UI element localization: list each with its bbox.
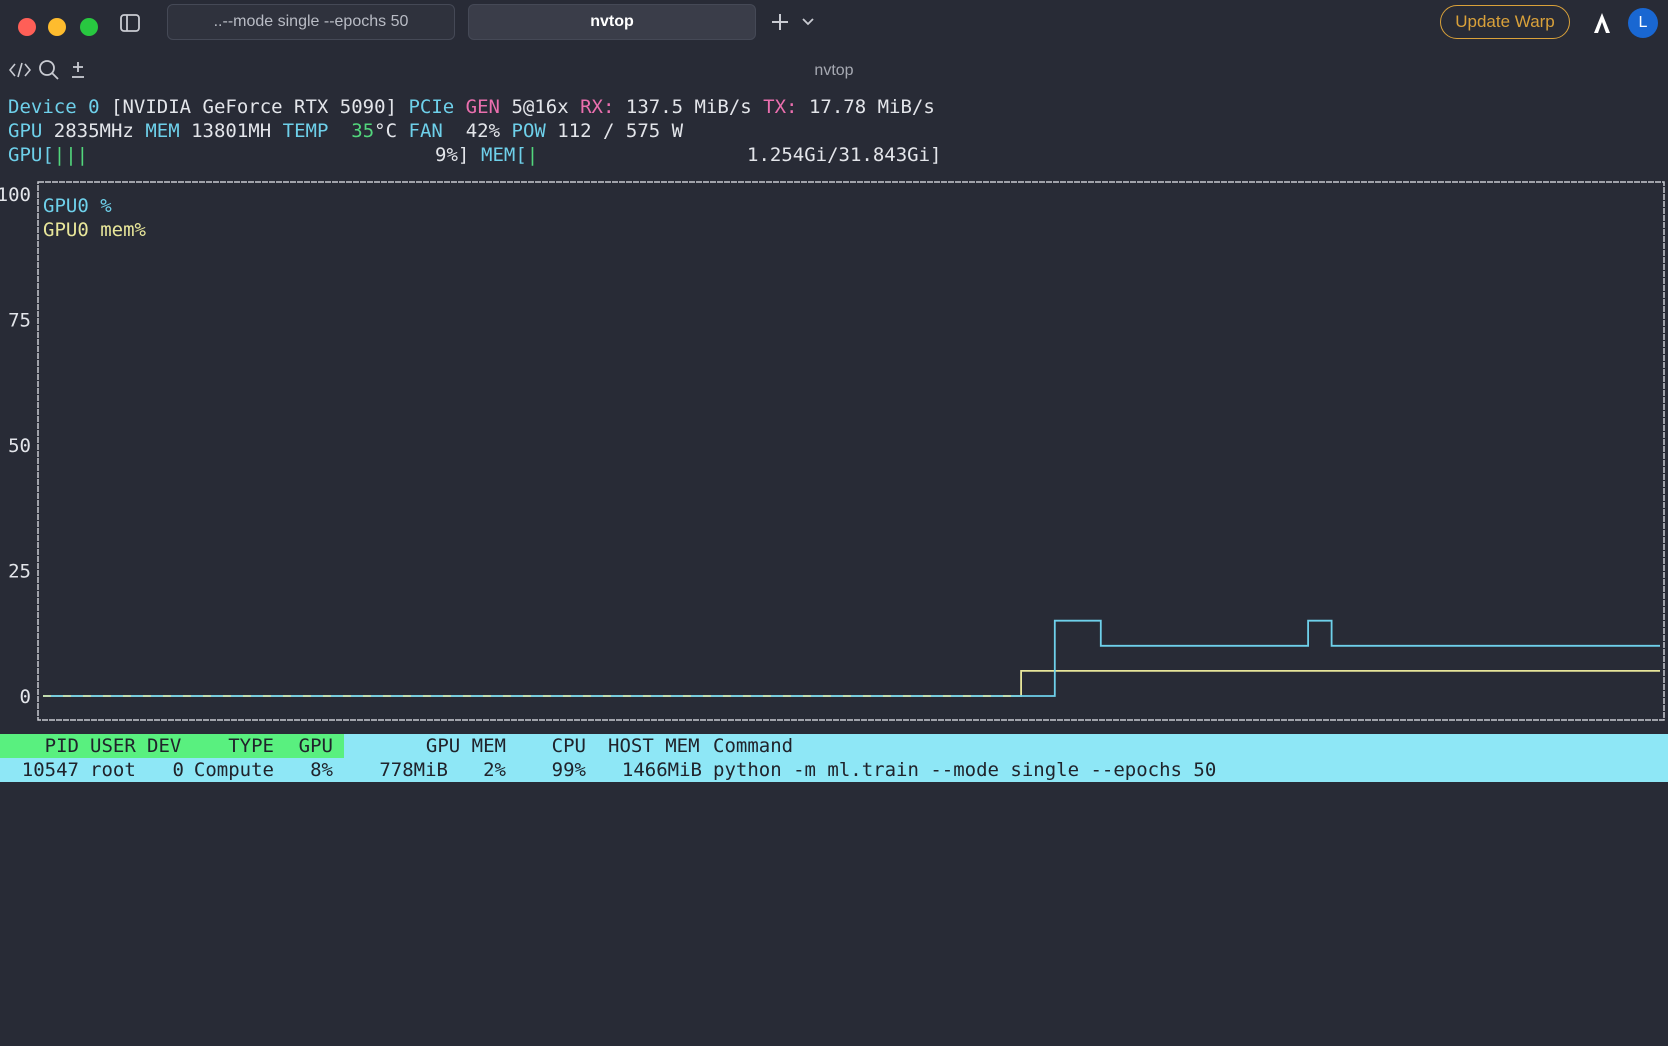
device-line: Device 0 [NVIDIA GeForce RTX 5090] PCIe …: [8, 95, 935, 119]
fan-value: 42%: [465, 120, 501, 142]
col-gpu[interactable]: GPU: [290, 734, 333, 758]
mem-bar-value: 1.254Gi/31.843Gi]: [747, 144, 942, 166]
gpu-clock-label: GPU: [8, 120, 43, 142]
process-type: Compute: [193, 759, 274, 781]
gen-value: 5@16x: [511, 96, 569, 118]
minimize-window-button[interactable]: [48, 18, 66, 36]
process-user: root: [90, 759, 136, 781]
col-type[interactable]: TYPE: [190, 734, 274, 758]
new-tab-plus-icon[interactable]: [768, 10, 792, 34]
tab-nvtop[interactable]: nvtop: [468, 4, 756, 40]
gpu-bar-label: GPU[: [8, 144, 54, 166]
device-index: 0: [88, 96, 100, 118]
legend-gpu-mem-percent: GPU0 mem%: [43, 219, 147, 241]
process-pid: 10547: [21, 759, 79, 781]
avatar[interactable]: L: [1628, 8, 1658, 38]
device-name: [NVIDIA GeForce RTX 5090]: [111, 96, 397, 118]
process-host-mem: 1466MiB: [621, 759, 702, 781]
y-tick-label: 25: [8, 561, 31, 583]
gpu-clock-value: 2835MHz: [53, 120, 134, 142]
process-command: python -m ml.train --mode single --epoch…: [713, 759, 1217, 781]
fan-label: FAN: [408, 120, 443, 142]
y-tick-label: 75: [8, 310, 31, 332]
y-tick-label: 50: [8, 435, 31, 457]
update-warp-label: Update Warp: [1455, 12, 1555, 31]
mem-bar-label: MEM[: [481, 144, 527, 166]
temp-value: 35: [351, 120, 375, 142]
process-table-header: PID USER DEV TYPE GPU GPU MEM CPU HOST M…: [0, 734, 1668, 758]
process-gpu-mem: 778MiB: [379, 759, 448, 781]
gpu-mem-percent-line: [43, 669, 1660, 697]
chart-frame: [37, 181, 1665, 721]
y-axis: 100 75 50 25 0: [0, 184, 31, 708]
tab-previous[interactable]: ..--mode single --epochs 50: [167, 4, 455, 40]
temp-unit: °C: [374, 120, 398, 142]
gpu-usage-chart: 100 75 50 25 0 GPU0 % GPU0 mem%: [0, 181, 1665, 721]
gpu-percent-line: [43, 619, 1660, 697]
y-tick-label: 0: [20, 686, 31, 708]
sidebar-toggle-icon[interactable]: [118, 11, 142, 35]
agent-mode-icon[interactable]: [1590, 10, 1614, 36]
process-gpu-mem-percent: 2%: [483, 759, 506, 781]
rx-label: RX:: [580, 96, 615, 118]
process-dev: 0: [172, 759, 184, 781]
pcie-label: PCIe: [408, 96, 455, 118]
col-cpu[interactable]: CPU: [540, 734, 586, 758]
col-dev[interactable]: DEV: [147, 734, 181, 758]
col-host-mem[interactable]: HOST MEM: [608, 734, 700, 758]
gpu-bar-ticks: |||: [53, 144, 89, 166]
col-command[interactable]: Command: [713, 734, 793, 758]
pow-value: 112 / 575 W: [557, 120, 684, 142]
chevron-down-icon[interactable]: [800, 14, 816, 30]
device-label: Device: [8, 96, 77, 118]
mem-bar-ticks: |: [526, 144, 539, 166]
clock-line: GPU 2835MHz MEM 13801MH TEMP 35°C FAN 42…: [8, 119, 683, 143]
tx-label: TX:: [763, 96, 798, 118]
chart-series: [43, 619, 1660, 697]
close-window-button[interactable]: [18, 18, 36, 36]
col-user[interactable]: USER: [90, 734, 136, 758]
mem-clock-value: 13801MH: [191, 120, 272, 142]
process-row[interactable]: 10547 root 0 Compute 8% 778MiB 2% 99% 14…: [0, 758, 1668, 782]
gpu-util-bar: GPU[|||: [8, 143, 88, 167]
y-tick-label: 100: [0, 184, 31, 206]
title-bar: ..--mode single --epochs 50 nvtop Update…: [0, 0, 1668, 46]
gpu-bar-value: 9%]: [435, 144, 470, 166]
terminal-title: nvtop: [814, 62, 854, 79]
tx-value: 17.78 MiB/s: [808, 96, 935, 118]
col-pid[interactable]: PID: [0, 734, 79, 758]
legend-gpu-percent: GPU0 %: [43, 195, 112, 217]
rx-value: 137.5 MiB/s: [625, 96, 752, 118]
gen-label: GEN: [465, 96, 500, 118]
maximize-window-button[interactable]: [80, 18, 98, 36]
col-gpu-mem[interactable]: GPU MEM: [400, 734, 506, 758]
pow-label: POW: [511, 120, 546, 142]
tab-nvtop-label: nvtop: [590, 13, 634, 30]
terminal-toolbar: nvtop: [0, 54, 1668, 90]
process-gpu: 8%: [310, 759, 333, 781]
process-cpu: 99%: [551, 759, 586, 781]
tab-previous-label: ..--mode single --epochs 50: [213, 13, 409, 30]
mem-clock-label: MEM: [145, 120, 180, 142]
avatar-initial: L: [1638, 14, 1648, 31]
process-table: PID USER DEV TYPE GPU GPU MEM CPU HOST M…: [0, 734, 1668, 782]
temp-label: TEMP: [282, 120, 329, 142]
mem-util-bar: MEM[|: [481, 143, 538, 167]
update-warp-button[interactable]: Update Warp: [1440, 5, 1570, 39]
